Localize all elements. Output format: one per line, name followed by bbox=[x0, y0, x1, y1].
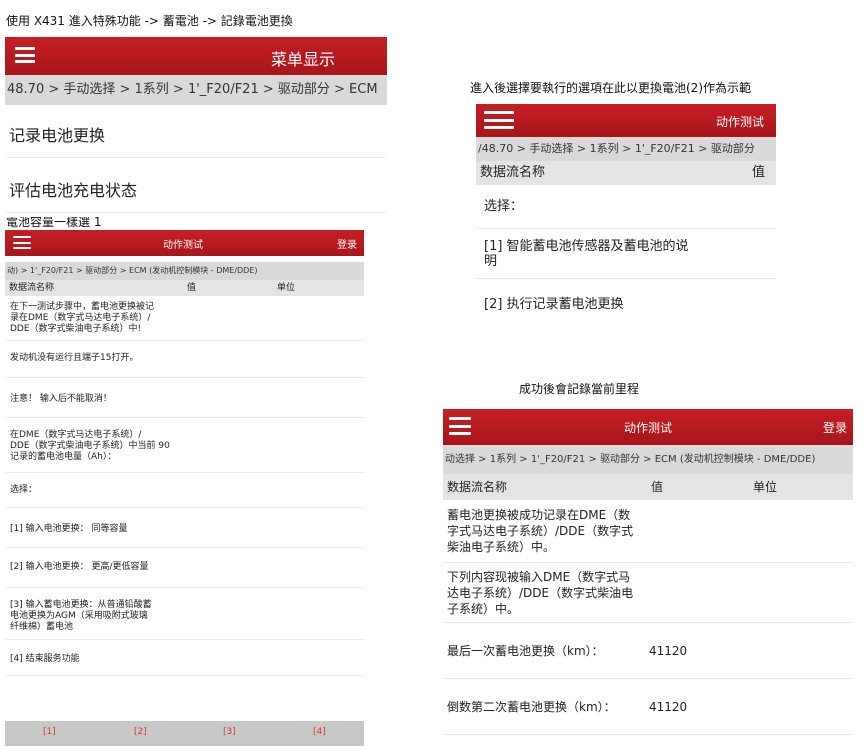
hamburger-menu-icon[interactable] bbox=[449, 417, 471, 435]
menu-display-panel: 菜单显示 48.70 > 手动选择 > 1系列 > 1'_F20/F21 > 驱… bbox=[5, 37, 387, 217]
hamburger-menu-icon[interactable] bbox=[484, 111, 514, 129]
column-value: 值 bbox=[752, 165, 766, 180]
column-unit: 单位 bbox=[277, 283, 296, 293]
column-header: 数据流名称 值 单位 bbox=[5, 280, 364, 296]
page-title: 菜单显示 bbox=[271, 50, 336, 69]
list-item: 选择： bbox=[5, 473, 364, 508]
row-label: 最后一次蓄电池更换（km）： bbox=[447, 643, 604, 658]
row-label: 下列内容现被输入DME（数字式马 达电子系统）/DDE（数字式柴油电 子系统）中… bbox=[447, 569, 634, 616]
title-bar: 菜单显示 bbox=[5, 37, 387, 75]
option-2[interactable]: [2] 执行记录蓄电池更换 bbox=[476, 279, 776, 326]
caption-right: 進入後選擇要執行的選項在此以更換電池(2)作為示範 bbox=[470, 81, 752, 95]
hamburger-menu-icon[interactable] bbox=[13, 236, 31, 249]
caption-top: 使用 X431 進入特殊功能 -> 蓄電池 -> 記錄電池更換 bbox=[6, 14, 293, 28]
hamburger-menu-icon[interactable] bbox=[15, 47, 35, 63]
row-value: 41120 bbox=[649, 643, 688, 658]
footer-button-2[interactable]: [2] bbox=[134, 727, 147, 737]
footer-button-1[interactable]: [1] bbox=[43, 727, 56, 737]
column-name: 数据流名称 bbox=[447, 480, 508, 494]
option-2[interactable]: [2] 输入电池更换： 更高/更低容量 bbox=[5, 548, 364, 588]
breadcrumb: 动选择 > 1系列 > 1'_F20/F21 > 驱动部分 > ECM (发动机… bbox=[443, 445, 853, 474]
footer-button-3[interactable]: [3] bbox=[223, 727, 236, 737]
row-value: 41120 bbox=[649, 699, 688, 714]
menu-item-evaluate-battery-charge[interactable]: 评估电池充电状态 bbox=[5, 168, 387, 213]
page-title: 动作测试 bbox=[624, 421, 673, 435]
table-row: 下列内容现被输入DME（数字式马 达电子系统）/DDE（数字式柴油电 子系统）中… bbox=[443, 563, 853, 623]
column-name: 数据流名称 bbox=[9, 283, 55, 293]
column-header: 数据流名称 值 bbox=[476, 161, 776, 185]
option-1[interactable]: [1] 输入电池更换： 同等容量 bbox=[5, 508, 364, 548]
list-item: 在下一测试步骤中，蓄电池更换被记 录在DME（数字式马达电子系统）/ DDE（数… bbox=[5, 296, 364, 341]
list-item: 发动机没有运行且端子15打开。 bbox=[5, 341, 364, 378]
option-1[interactable]: [1] 智能蓄电池传感器及蓄电池的说 明 bbox=[476, 229, 776, 279]
column-value: 值 bbox=[651, 480, 664, 494]
column-header: 数据流名称 值 单位 bbox=[443, 474, 853, 500]
action-test-panel-right: 动作测试 /48.70 > 手动选择 > 1系列 > 1'_F20/F21 > … bbox=[476, 104, 776, 326]
breadcrumb: 动) > 1'_F20/F21 > 驱动部分 > ECM (发动机控制模块 - … bbox=[5, 262, 364, 280]
login-button[interactable]: 登录 bbox=[823, 419, 847, 436]
column-value: 值 bbox=[187, 283, 197, 293]
column-name: 数据流名称 bbox=[480, 165, 546, 180]
breadcrumb: /48.70 > 手动选择 > 1系列 > 1'_F20/F21 > 驱动部分 bbox=[476, 137, 776, 161]
action-test-result-panel: 动作测试 登录 动选择 > 1系列 > 1'_F20/F21 > 驱动部分 > … bbox=[443, 409, 853, 746]
list-item: 在DME（数字式马达电子系统）/ DDE（数字式柴油电子系统）中当前 90 记录… bbox=[5, 418, 364, 473]
breadcrumb: 48.70 > 手动选择 > 1系列 > 1'_F20/F21 > 驱动部分 >… bbox=[5, 75, 387, 105]
footer-button-4[interactable]: [4] bbox=[313, 727, 326, 737]
option-4[interactable]: [4] 结束服务功能 bbox=[5, 640, 364, 676]
title-bar: 动作测试 bbox=[476, 104, 776, 137]
page-title: 动作测试 bbox=[163, 240, 203, 251]
list-item: 注意！ 输入后不能取消！ bbox=[5, 378, 364, 418]
caption-success: 成功後會記錄當前里程 bbox=[519, 382, 640, 396]
table-row: 蓄电池更换被成功记录在DME（数 字式马达电子系统）/DDE（数字式 柴油电子系… bbox=[443, 500, 853, 563]
title-bar: 动作测试 登录 bbox=[443, 409, 853, 445]
table-row: 最后一次蓄电池更换（km）： 41120 bbox=[443, 623, 853, 679]
column-unit: 单位 bbox=[753, 480, 778, 494]
menu-item-record-battery-replacement[interactable]: 记录电池更换 bbox=[5, 113, 387, 158]
table-row: 倒数第二次蓄电池更换（km）： 41120 bbox=[443, 679, 853, 735]
action-test-panel-left: 动作测试 登录 动) > 1'_F20/F21 > 驱动部分 > ECM (发动… bbox=[5, 230, 364, 746]
title-bar: 动作测试 登录 bbox=[5, 230, 364, 256]
option-3[interactable]: [3] 输入蓄电池更换：从普通铅酸蓄 电池更换为AGM（采用吸附式玻璃 纤维棉）… bbox=[5, 588, 364, 640]
row-label: 倒数第二次蓄电池更换（km）： bbox=[447, 699, 616, 714]
footer-button-bar: [1] [2] [3] [4] bbox=[5, 721, 364, 746]
row-label: 蓄电池更换被成功记录在DME（数 字式马达电子系统）/DDE（数字式 柴油电子系… bbox=[447, 508, 634, 554]
page-title: 动作测试 bbox=[716, 115, 765, 129]
login-button[interactable]: 登录 bbox=[337, 236, 357, 251]
list-item: 选择： bbox=[476, 185, 776, 229]
